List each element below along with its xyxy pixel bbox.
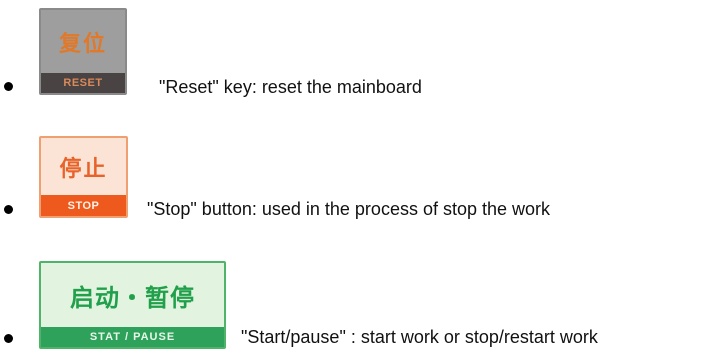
reset-key-description: "Reset" key: reset the mainboard <box>159 77 422 97</box>
bullet-icon <box>4 334 13 343</box>
stop-key-chinese-label: 停止 <box>59 157 108 182</box>
start-pause-key-chinese-label: 启动・暂停 <box>70 283 195 312</box>
start-pause-key-image: 启动・暂停 STAT / PAUSE <box>39 261 226 349</box>
start-pause-key-description: "Start/pause" : start work or stop/resta… <box>241 327 598 347</box>
bullet-icon <box>4 205 13 214</box>
stop-key-image: 停止 STOP <box>39 136 128 218</box>
bullet-icon <box>4 82 13 91</box>
stop-key-english-label: STOP <box>41 195 126 216</box>
reset-key-english-label: RESET <box>41 73 125 93</box>
reset-key-image: 复位 RESET <box>39 8 127 95</box>
reset-key-chinese-label: 复位 <box>58 32 107 57</box>
start-pause-key-english-label: STAT / PAUSE <box>41 327 224 347</box>
stop-key-description: "Stop" button: used in the process of st… <box>147 199 551 219</box>
